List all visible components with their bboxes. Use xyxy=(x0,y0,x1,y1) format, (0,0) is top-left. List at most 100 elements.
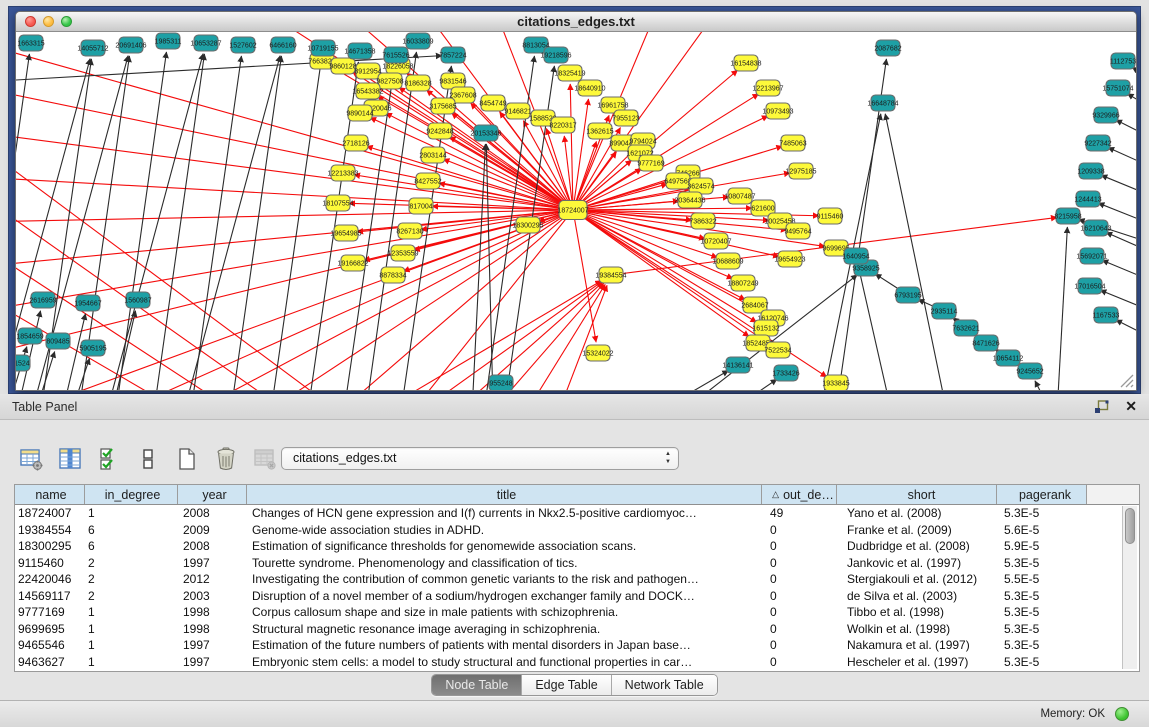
column-header-year[interactable]: year xyxy=(178,485,247,504)
new-table-icon[interactable] xyxy=(174,446,200,472)
table-selector[interactable]: citations_edges.txt ▲▼ xyxy=(281,447,679,470)
graph-edge[interactable] xyxy=(732,379,777,390)
table-cell[interactable]: 19384554 xyxy=(15,522,85,539)
vertical-scrollbar[interactable] xyxy=(1122,506,1137,669)
table-cell[interactable]: Stergiakouli et al. (2012) xyxy=(837,571,997,588)
tab-edge-table[interactable]: Edge Table xyxy=(522,675,611,695)
minimize-window-icon[interactable] xyxy=(43,16,54,27)
table-cell[interactable]: Changes of HCN gene expression and I(f) … xyxy=(247,505,762,522)
table-cell[interactable]: 2008 xyxy=(178,538,247,555)
table-cell[interactable]: 2012 xyxy=(178,571,247,588)
graph-edge[interactable] xyxy=(1116,120,1136,150)
table-cell[interactable]: 0 xyxy=(762,637,837,654)
table-cell[interactable]: 0 xyxy=(762,571,837,588)
table-cell[interactable]: 5.3E-5 xyxy=(997,654,1087,671)
table-cell[interactable]: 5.3E-5 xyxy=(997,588,1087,605)
close-window-icon[interactable] xyxy=(25,16,36,27)
table-cell[interactable]: 5.5E-5 xyxy=(997,571,1087,588)
window-resize-grip[interactable] xyxy=(1120,374,1134,388)
table-row[interactable]: 1830029562008Estimation of significance … xyxy=(15,538,1139,555)
graph-edge[interactable] xyxy=(16,142,366,390)
table-row[interactable]: 2242004622012Investigating the contribut… xyxy=(15,571,1139,588)
table-row[interactable]: 911546021997Tourette syndrome. Phenomeno… xyxy=(15,555,1139,572)
show-columns-icon[interactable] xyxy=(57,446,83,472)
table-cell[interactable]: 49 xyxy=(762,505,837,522)
table-cell[interactable]: Corpus callosum shape and size in male p… xyxy=(247,604,762,621)
table-cell[interactable]: 2 xyxy=(85,571,178,588)
table-cell[interactable]: 9115460 xyxy=(15,555,85,572)
graph-edge[interactable] xyxy=(858,267,896,390)
table-cell[interactable]: 0 xyxy=(762,555,837,572)
table-cell[interactable]: 5.6E-5 xyxy=(997,522,1087,539)
window-titlebar[interactable]: citations_edges.txt xyxy=(16,12,1136,32)
table-row[interactable]: 969969511998Structural magnetic resonanc… xyxy=(15,621,1139,638)
table-cell[interactable]: Nakamura et al. (1997) xyxy=(837,637,997,654)
table-cell[interactable]: 0 xyxy=(762,522,837,539)
graph-edge[interactable] xyxy=(268,59,321,390)
graph-edge[interactable] xyxy=(449,137,573,210)
column-header-pagerank[interactable]: pagerank xyxy=(997,485,1087,504)
table-cell[interactable]: 5.3E-5 xyxy=(997,505,1087,522)
table-cell[interactable]: 18724007 xyxy=(15,505,85,522)
graph-edge[interactable] xyxy=(96,54,203,390)
table-cell[interactable]: 9463627 xyxy=(15,654,85,671)
table-row[interactable]: 977716911998Corpus callosum shape and si… xyxy=(15,604,1139,621)
graph-edge[interactable] xyxy=(1116,320,1136,350)
network-window[interactable]: citations_edges.txt 18724007766382298601… xyxy=(15,11,1137,391)
table-cell[interactable]: 0 xyxy=(762,538,837,555)
column-header-title[interactable]: title xyxy=(247,485,762,504)
table-cell[interactable]: 1997 xyxy=(178,637,247,654)
table-cell[interactable]: Franke et al. (2009) xyxy=(837,522,997,539)
graph-edge[interactable] xyxy=(1102,260,1136,291)
table-cell[interactable]: 1997 xyxy=(178,555,247,572)
column-header-out_de[interactable]: △out_de… xyxy=(762,485,837,504)
table-cell[interactable]: 6 xyxy=(85,522,178,539)
table-cell[interactable]: 5.3E-5 xyxy=(997,637,1087,654)
close-panel-icon[interactable]: ✕ xyxy=(1125,398,1137,414)
table-cell[interactable]: Wolkin et al. (1998) xyxy=(837,621,997,638)
table-cell[interactable]: 2008 xyxy=(178,505,247,522)
table-cell[interactable]: 9777169 xyxy=(15,604,85,621)
tab-node-table[interactable]: Node Table xyxy=(432,675,522,695)
table-cell[interactable]: Estimation of the future numbers of pati… xyxy=(247,637,762,654)
memory-status-icon[interactable] xyxy=(1115,707,1129,721)
scrollbar-thumb[interactable] xyxy=(1125,508,1135,544)
table-cell[interactable]: 1997 xyxy=(178,654,247,671)
graph-edge[interactable] xyxy=(573,210,779,257)
graph-edge[interactable] xyxy=(16,192,316,390)
graph-edge[interactable] xyxy=(671,371,728,390)
table-cell[interactable]: 2 xyxy=(85,555,178,572)
table-row[interactable]: 1456911722003Disruption of a novel membe… xyxy=(15,588,1139,605)
table-cell[interactable]: Genome-wide association studies in ADHD. xyxy=(247,522,762,539)
table-cell[interactable]: Hescheler et al. (1997) xyxy=(837,654,997,671)
graph-edge[interactable] xyxy=(1108,148,1136,178)
table-cell[interactable]: 1 xyxy=(85,604,178,621)
table-cell[interactable]: 9465546 xyxy=(15,637,85,654)
table-cell[interactable]: Yano et al. (2008) xyxy=(837,505,997,522)
table-cell[interactable]: Estimation of significance thresholds fo… xyxy=(247,538,762,555)
table-cell[interactable]: Dudbridge et al. (2008) xyxy=(837,538,997,555)
network-graph[interactable]: 1872400776638229860128891295418226058982… xyxy=(16,32,1136,390)
table-cell[interactable]: Structural magnetic resonance image aver… xyxy=(247,621,762,638)
table-cell[interactable]: 22420046 xyxy=(15,571,85,588)
graph-edge[interactable] xyxy=(396,210,573,390)
graph-edge[interactable] xyxy=(504,284,605,390)
column-header-name[interactable]: name xyxy=(15,485,85,504)
table-cell[interactable]: 5.3E-5 xyxy=(997,621,1087,638)
table-row[interactable]: 1872400712008Changes of HCN gene express… xyxy=(15,505,1139,522)
zoom-window-icon[interactable] xyxy=(61,16,72,27)
float-panel-icon[interactable] xyxy=(1094,400,1109,414)
table-cell[interactable]: 6 xyxy=(85,538,178,555)
table-cell[interactable]: 0 xyxy=(762,588,837,605)
table-cell[interactable]: Tibbo et al. (1998) xyxy=(837,604,997,621)
table-cell[interactable]: 0 xyxy=(762,621,837,638)
table-cell[interactable]: 5.3E-5 xyxy=(997,604,1087,621)
table-cell[interactable]: 0 xyxy=(762,604,837,621)
column-header-in_degree[interactable]: in_degree xyxy=(85,485,178,504)
table-cell[interactable]: 2009 xyxy=(178,522,247,539)
graph-edge[interactable] xyxy=(1127,94,1136,123)
table-cell[interactable]: Tourette syndrome. Phenomenology and cla… xyxy=(247,555,762,572)
select-rows-icon[interactable] xyxy=(96,446,122,472)
column-header-short[interactable]: short xyxy=(837,485,997,504)
table-cell[interactable]: Jankovic et al. (1997) xyxy=(837,555,997,572)
